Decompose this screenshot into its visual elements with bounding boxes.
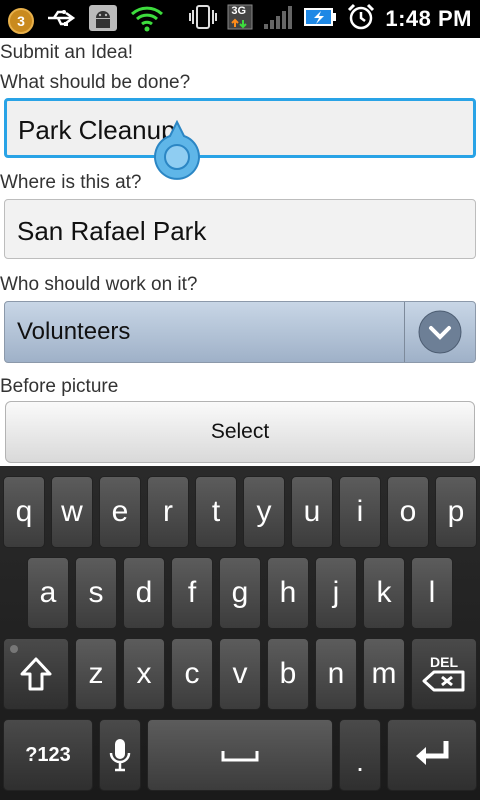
who-spinner-value: Volunteers: [17, 318, 131, 345]
key-label: p: [447, 495, 465, 528]
what-label: What should be done?: [0, 72, 191, 93]
network-3g-icon: 3G: [227, 4, 253, 35]
enter-key[interactable]: [387, 719, 477, 791]
vibrate-icon: [189, 4, 218, 35]
key-label: u: [303, 495, 321, 528]
key-o[interactable]: o: [387, 476, 429, 548]
key-label: t: [211, 495, 221, 528]
key-label: o: [399, 495, 417, 528]
select-picture-button[interactable]: Select: [5, 401, 475, 463]
key-label: g: [231, 576, 249, 609]
status-time: 1:48 PM: [385, 6, 472, 31]
signal-strength-icon: [263, 4, 293, 35]
key-j[interactable]: j: [315, 557, 357, 629]
key-i[interactable]: i: [339, 476, 381, 548]
status-bar: 3 3G 1:48 PM: [0, 0, 480, 38]
key-label: r: [163, 495, 173, 528]
key-v[interactable]: v: [219, 638, 261, 710]
key-c[interactable]: c: [171, 638, 213, 710]
key-u[interactable]: u: [291, 476, 333, 548]
status-bar-left: 3: [8, 4, 164, 37]
key-label: z: [88, 657, 104, 690]
who-spinner[interactable]: Volunteers: [4, 301, 476, 363]
cursor-handle-icon: [154, 119, 200, 180]
key-e[interactable]: e: [99, 476, 141, 548]
space-bar-icon: [221, 751, 259, 762]
delete-key[interactable]: DEL: [411, 638, 477, 710]
key-g[interactable]: g: [219, 557, 261, 629]
status-bar-right: 3G 1:48 PM: [189, 3, 472, 36]
key-label: k: [376, 576, 392, 609]
spinner-dropdown-button[interactable]: [404, 302, 475, 362]
key-label: q: [15, 495, 33, 528]
key-label: y: [256, 495, 272, 528]
key-f[interactable]: f: [171, 557, 213, 629]
key-b[interactable]: b: [267, 638, 309, 710]
page-title: Submit an Idea!: [0, 42, 134, 63]
battery-charging-icon: [303, 5, 337, 34]
key-label: c: [184, 657, 200, 690]
usb-icon: [46, 7, 76, 34]
who-label: Who should work on it?: [0, 274, 198, 295]
before-picture-label: Before picture: [0, 376, 119, 397]
voice-input-key[interactable]: [99, 719, 141, 791]
enter-icon: [416, 741, 449, 765]
key-a[interactable]: a: [27, 557, 69, 629]
key-q[interactable]: q: [3, 476, 45, 548]
key-label: m: [371, 657, 397, 690]
space-key[interactable]: [147, 719, 333, 791]
key-n[interactable]: n: [315, 638, 357, 710]
key-w[interactable]: w: [51, 476, 93, 548]
chevron-down-icon: [418, 310, 462, 354]
key-x[interactable]: x: [123, 638, 165, 710]
shift-indicator-dot: [10, 645, 18, 653]
key-p[interactable]: p: [435, 476, 477, 548]
key-d[interactable]: d: [123, 557, 165, 629]
key-label: l: [428, 576, 436, 609]
key-l[interactable]: l: [411, 557, 453, 629]
shift-key[interactable]: [3, 638, 69, 710]
key-label: x: [136, 657, 152, 690]
android-debug-icon: [88, 4, 118, 37]
alarm-clock-icon: [347, 3, 375, 36]
where-label: Where is this at?: [0, 172, 142, 193]
key-label: i: [356, 495, 364, 528]
key-label: f: [187, 576, 197, 609]
backspace-icon: [422, 670, 465, 692]
period-key[interactable]: .: [339, 719, 381, 791]
key-label: e: [111, 495, 129, 528]
key-h[interactable]: h: [267, 557, 309, 629]
key-m[interactable]: m: [363, 638, 405, 710]
notification-count-badge: 3: [8, 7, 34, 34]
period-key-label: .: [356, 746, 364, 777]
microphone-icon: [109, 739, 131, 772]
delete-key-label: DEL: [430, 654, 458, 670]
key-label: v: [232, 657, 248, 690]
symbols-key-label: ?123: [25, 743, 71, 766]
key-k[interactable]: k: [363, 557, 405, 629]
key-label: d: [135, 576, 153, 609]
submit-idea-form: Submit an Idea! What should be done? Par…: [0, 38, 480, 466]
shift-icon: [20, 657, 52, 691]
symbols-key[interactable]: ?123: [3, 719, 93, 791]
what-input[interactable]: Park Cleanup: [4, 98, 476, 158]
key-label: a: [39, 576, 57, 609]
key-r[interactable]: r: [147, 476, 189, 548]
key-y[interactable]: y: [243, 476, 285, 548]
key-label: n: [327, 657, 345, 690]
key-label: s: [88, 576, 104, 609]
key-label: j: [332, 576, 340, 609]
text-cursor-handle[interactable]: [152, 119, 202, 182]
key-label: w: [61, 495, 83, 528]
key-label: b: [279, 657, 297, 690]
key-label: h: [279, 576, 297, 609]
wifi-icon: [130, 4, 164, 37]
key-s[interactable]: s: [75, 557, 117, 629]
soft-keyboard: DEL ?123 . qwe r t yu i op asd f gh j k l zxcvbnm: [0, 466, 480, 800]
key-t[interactable]: t: [195, 476, 237, 548]
where-input[interactable]: San Rafael Park: [4, 199, 476, 259]
key-z[interactable]: z: [75, 638, 117, 710]
network-type-label: 3G: [231, 4, 247, 17]
